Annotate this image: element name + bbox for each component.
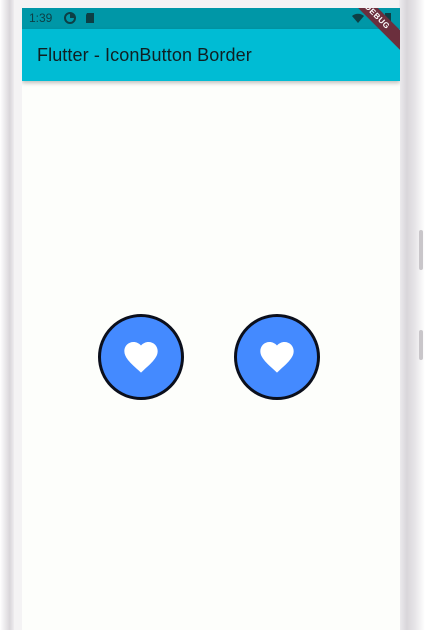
sd-card-icon: [86, 13, 94, 23]
data-saver-icon: [64, 12, 76, 24]
wifi-icon: [352, 13, 364, 23]
app-bar: Flutter - IconButton Border: [22, 29, 400, 81]
device-bezel-right: [399, 0, 425, 630]
favorite-icon-button-1[interactable]: [98, 314, 184, 400]
device-frame: 1:39 DEBUG Flutter - IconButton Border: [0, 0, 425, 630]
status-bar: 1:39: [22, 8, 400, 29]
favorite-icon: [260, 342, 294, 373]
app-bar-title: Flutter - IconButton Border: [37, 45, 252, 65]
volume-button: [419, 230, 423, 270]
favorite-icon: [124, 342, 158, 373]
device-bezel-left: [0, 0, 14, 630]
favorite-icon-button-2[interactable]: [234, 314, 320, 400]
power-button: [419, 330, 423, 360]
body-area: [22, 81, 400, 630]
phone-screen: 1:39 DEBUG Flutter - IconButton Border: [22, 8, 400, 630]
status-time: 1:39: [29, 11, 53, 25]
